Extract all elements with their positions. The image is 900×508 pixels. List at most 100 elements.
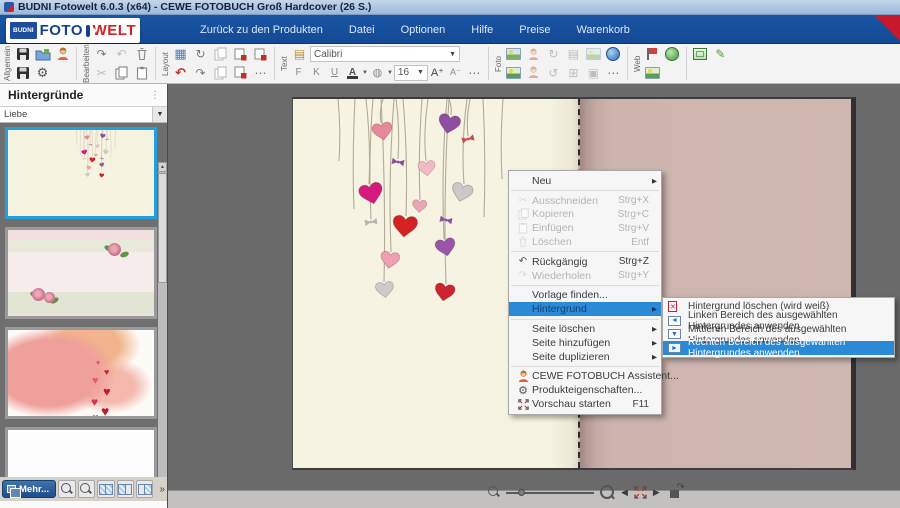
photo-person-button[interactable] xyxy=(524,45,543,63)
next-page-button[interactable]: ▶ xyxy=(653,487,660,498)
edit-photo-button[interactable] xyxy=(504,64,523,82)
thumbnail-plain[interactable] xyxy=(5,427,157,477)
grid-button[interactable]: ▦ xyxy=(171,45,190,63)
layer-button[interactable] xyxy=(211,64,230,82)
paste-button[interactable] xyxy=(132,64,151,82)
zoom-out-button[interactable] xyxy=(488,486,500,498)
thumbnail-watercolor[interactable]: ♥♥♥♥♥♥♥ xyxy=(5,327,157,419)
prev-page-button[interactable]: ◀ xyxy=(621,487,628,498)
zoom-slider-knob[interactable] xyxy=(518,489,525,496)
font-family-select[interactable]: Calibri ▼ xyxy=(310,46,460,62)
text-more-button[interactable]: ⋯ xyxy=(465,64,484,82)
delete-button[interactable] xyxy=(132,45,151,63)
redo-button[interactable]: ↷ xyxy=(92,45,111,63)
cut-button[interactable]: ✂ xyxy=(92,64,111,82)
undo-button[interactable]: ↶ xyxy=(171,64,190,82)
increase-font-button[interactable]: A⁺ xyxy=(429,65,446,81)
photo-globe-button[interactable] xyxy=(604,45,623,63)
photo-split-button[interactable]: ⊞ xyxy=(564,64,583,82)
rotate-page-button[interactable]: ↻ xyxy=(191,45,210,63)
zoom-slider[interactable] xyxy=(506,486,594,498)
fit-page-button[interactable] xyxy=(634,486,647,499)
menu-back-to-products[interactable]: Zurück zu den Produkten xyxy=(200,24,323,36)
view-spread-right-button[interactable] xyxy=(136,480,153,498)
menu-datei[interactable]: Datei xyxy=(349,24,375,36)
settings-button[interactable]: ⚙ xyxy=(33,64,52,82)
menu-item-wiederholen[interactable]: ↷ Wiederholen Strg+Y xyxy=(509,269,661,283)
view-spread-left-button[interactable] xyxy=(117,480,134,498)
menu-item-ausschneiden[interactable]: ✂ Ausschneiden Strg+X xyxy=(509,194,661,208)
arrange-button[interactable] xyxy=(211,45,230,63)
menu-item-loeschen[interactable]: Löschen Entf xyxy=(509,235,661,249)
highlight-color-button[interactable]: ◍ xyxy=(369,65,386,81)
page-red-2-button[interactable] xyxy=(251,45,270,63)
menu-preise[interactable]: Preise xyxy=(519,24,550,36)
menu-optionen[interactable]: Optionen xyxy=(401,24,446,36)
scrollbar-thumb[interactable] xyxy=(158,173,167,283)
insert-text-button[interactable]: ▤ xyxy=(290,45,309,63)
rotate-view-button[interactable]: ↷ xyxy=(670,486,683,498)
photo-frame-button[interactable]: ▣ xyxy=(584,64,603,82)
menu-item-vorschau-starten[interactable]: Vorschau starten F11 xyxy=(509,397,661,411)
menu-warenkorb[interactable]: Warenkorb xyxy=(576,24,629,36)
assistant-button[interactable] xyxy=(53,45,72,63)
web-globe-button[interactable] xyxy=(663,45,682,63)
photo-more-button[interactable]: ⋯ xyxy=(604,64,623,82)
photo-person2-button[interactable] xyxy=(524,64,543,82)
menu-item-seite-hinzufuegen[interactable]: Seite hinzufügen ▶ xyxy=(509,336,661,350)
menu-item-seite-duplizieren[interactable]: Seite duplizieren ▶ xyxy=(509,350,661,364)
overflow-chevrons[interactable]: » xyxy=(159,484,165,495)
background-thumbnails: ♥♥♥♥♥♥♥ ▲ xyxy=(0,123,167,477)
font-color-dropdown[interactable]: ▼ xyxy=(362,70,368,76)
edit-green-button[interactable]: ✎ xyxy=(711,45,730,63)
menu-item-seite-loeschen[interactable]: Seite löschen ▶ xyxy=(509,322,661,336)
thumbnail-roses[interactable] xyxy=(5,227,157,319)
bold-button[interactable]: F xyxy=(290,65,307,81)
italic-button[interactable]: K xyxy=(308,65,325,81)
menu-item-kopieren[interactable]: Kopieren Strg+C xyxy=(509,208,661,222)
thumbnail-scrollbar[interactable]: ▲ xyxy=(158,162,167,477)
thumbnail-hearts[interactable] xyxy=(5,127,157,219)
page-red-1-button[interactable] xyxy=(231,45,250,63)
add-photo-button[interactable] xyxy=(504,45,523,63)
web-flag-button[interactable] xyxy=(643,45,662,63)
undo-small-button[interactable]: ↶ xyxy=(112,45,131,63)
scroll-up-icon[interactable]: ▲ xyxy=(158,162,167,172)
more-button[interactable]: Mehr... xyxy=(2,480,56,498)
zoom-out-thumbs-button[interactable] xyxy=(58,480,75,498)
category-select[interactable]: Liebe ▼ xyxy=(0,107,167,123)
photo-rotate-button[interactable]: ↻ xyxy=(544,45,563,63)
panel-grip-icon[interactable]: ⋮ xyxy=(150,90,159,101)
save-as-button[interactable] xyxy=(13,64,32,82)
copy-button[interactable] xyxy=(112,64,131,82)
menu-item-einfuegen[interactable]: Einfügen Strg+V xyxy=(509,221,661,235)
view-spread-both-button[interactable] xyxy=(97,480,114,498)
menu-item-assistent[interactable]: CEWE FOTOBUCH Assistent... xyxy=(509,370,661,384)
photo-flag-button[interactable]: ▤ xyxy=(564,45,583,63)
redo-arc-button[interactable]: ↷ xyxy=(191,64,210,82)
menu-hilfe[interactable]: Hilfe xyxy=(471,24,493,36)
table-green-button[interactable] xyxy=(691,45,710,63)
menu-item-neu[interactable]: Neu ▶ xyxy=(509,174,661,188)
font-size-select[interactable]: 16 ▼ xyxy=(394,65,428,81)
decrease-font-button[interactable]: A⁻ xyxy=(447,65,464,81)
menu-item-vorlage-finden[interactable]: Vorlage finden... xyxy=(509,289,661,303)
submenu-item-rechten-bereich[interactable]: ► Rechten Bereich des ausgewählten Hinte… xyxy=(663,341,894,355)
photo-layers-button[interactable] xyxy=(584,45,603,63)
main-menu: Zurück zu den Produkten Datei Optionen H… xyxy=(200,15,630,44)
zoom-in-thumbs-button[interactable] xyxy=(78,480,95,498)
font-color-button[interactable]: A xyxy=(344,65,361,81)
zoom-in-button[interactable] xyxy=(600,485,615,500)
photo-undo-button[interactable]: ↺ xyxy=(544,64,563,82)
open-button[interactable] xyxy=(33,45,52,63)
menu-item-hintergrund[interactable]: Hintergrund ▶ xyxy=(509,302,661,316)
web-upload-button[interactable] xyxy=(643,64,662,82)
highlight-dropdown[interactable]: ▼ xyxy=(387,70,393,76)
menu-item-rueckgaengig[interactable]: ↶ Rückgängig Strg+Z xyxy=(509,255,661,269)
menu-item-produkteigenschaften[interactable]: ⚙ Produkteigenschaften... xyxy=(509,383,661,397)
underline-button[interactable]: U xyxy=(326,65,343,81)
layout-more-button[interactable]: ⋯ xyxy=(251,64,270,82)
page-delete-red-button[interactable] xyxy=(231,64,250,82)
title-bar[interactable]: BUDNI Fotowelt 6.0.3 (x64) - CEWE FOTOBU… xyxy=(0,0,900,15)
save-button[interactable] xyxy=(13,45,32,63)
